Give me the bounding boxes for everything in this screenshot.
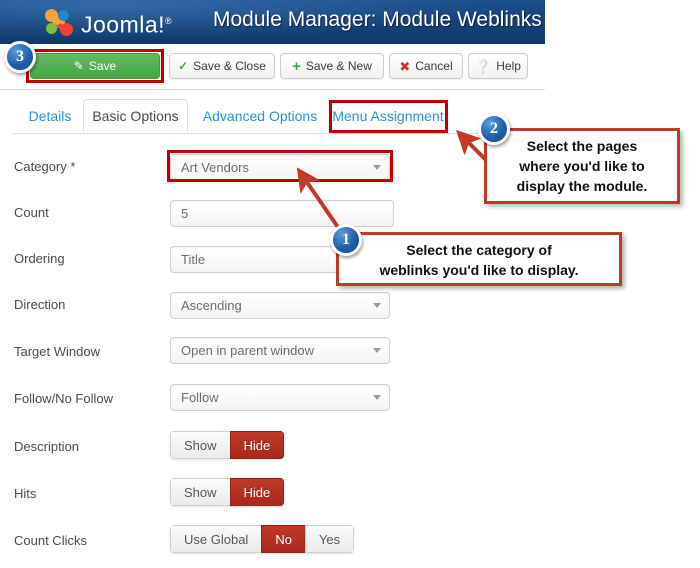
- label-follow-no-follow: Follow/No Follow: [14, 391, 113, 406]
- form-row-target-window: Target Window Open in parent window: [0, 337, 700, 365]
- label-ordering: Ordering: [14, 251, 65, 266]
- cancel-button[interactable]: ✖ Cancel: [389, 53, 463, 79]
- count-clicks-toggle-group[interactable]: Use Global No Yes: [170, 525, 355, 553]
- plus-icon: +: [292, 57, 301, 75]
- cancel-circle-icon: ✖: [399, 58, 411, 74]
- hits-toggle-group[interactable]: Show Hide: [170, 478, 285, 506]
- category-select[interactable]: Art Vendors: [170, 154, 390, 181]
- follow-select-wrap: Follow: [170, 384, 390, 411]
- tab-advanced-options[interactable]: Advanced Options: [193, 99, 327, 133]
- help-button[interactable]: ❔ Help: [468, 53, 528, 79]
- save-button[interactable]: ✎ Save: [30, 53, 160, 79]
- cancel-button-label: Cancel: [415, 59, 453, 73]
- follow-field[interactable]: Follow: [170, 384, 390, 411]
- step-badge-2: 2: [478, 113, 510, 145]
- category-field[interactable]: Art Vendors: [170, 154, 390, 181]
- save-and-new-label: Save & New: [305, 59, 372, 73]
- joomla-brand: Joomla!®: [45, 6, 172, 40]
- category-select-wrap: Art Vendors: [170, 154, 390, 181]
- hits-show-button[interactable]: Show: [170, 478, 230, 506]
- logo-dot-blue: [58, 9, 69, 21]
- logo-dot-green: [46, 22, 57, 34]
- tab-menu-assignment[interactable]: Menu Assignment: [332, 99, 444, 133]
- target-window-field[interactable]: Open in parent window: [170, 337, 390, 364]
- step-badge-3: 3: [4, 41, 36, 73]
- tab-basic-options[interactable]: Basic Options: [83, 99, 188, 133]
- description-show-button[interactable]: Show: [170, 431, 230, 459]
- joomla-wordmark: Joomla!®: [81, 6, 172, 40]
- step-badge-1: 1: [330, 224, 362, 256]
- form-row-description: Description Show Hide: [0, 431, 700, 460]
- description-toggle-group[interactable]: Show Hide: [170, 431, 285, 459]
- joomla-logo-icon: [45, 8, 75, 38]
- target-window-select[interactable]: Open in parent window: [170, 337, 390, 364]
- help-button-label: Help: [496, 59, 521, 73]
- count-field[interactable]: [170, 200, 394, 227]
- save-icon: ✎: [73, 59, 84, 73]
- count-clicks-yes-button[interactable]: Yes: [304, 525, 355, 553]
- help-circle-icon: ❔: [475, 58, 492, 74]
- logo-dot-orange: [45, 8, 58, 22]
- save-and-close-button[interactable]: ✓ Save & Close: [169, 53, 275, 79]
- joomla-wordmark-sup: ®: [165, 16, 173, 26]
- callout-step-1-text: Select the category of weblinks you'd li…: [379, 242, 579, 278]
- form-row-follow: Follow/No Follow Follow: [0, 384, 700, 412]
- page-title: Module Manager: Module Weblinks: [213, 8, 542, 31]
- check-icon: ✓: [178, 59, 189, 73]
- callout-step-2-text: Select the pages where you'd like to dis…: [516, 138, 648, 194]
- label-category: Category *: [14, 159, 76, 174]
- callout-step-1: Select the category of weblinks you'd li…: [336, 232, 622, 286]
- callout-step-2: Select the pages where you'd like to dis…: [484, 128, 680, 204]
- label-direction: Direction: [14, 297, 66, 312]
- joomla-wordmark-text: Joomla!: [81, 11, 166, 38]
- save-and-close-label: Save & Close: [193, 59, 266, 73]
- description-hide-button[interactable]: Hide: [229, 431, 285, 459]
- hits-hide-button[interactable]: Hide: [229, 478, 285, 506]
- direction-select[interactable]: Ascending: [170, 292, 390, 319]
- tab-details[interactable]: Details: [18, 99, 82, 133]
- label-hits: Hits: [14, 486, 37, 501]
- count-clicks-no-button[interactable]: No: [261, 525, 305, 553]
- form-row-hits: Hits Show Hide: [0, 478, 700, 507]
- save-button-label: Save: [88, 59, 117, 73]
- count-clicks-use-global-button[interactable]: Use Global: [170, 525, 262, 553]
- logo-dot-red: [60, 22, 73, 36]
- count-input[interactable]: [170, 200, 394, 227]
- label-description: Description: [14, 439, 80, 454]
- label-count-clicks: Count Clicks: [14, 533, 87, 548]
- form-row-count-clicks: Count Clicks Use Global No Yes: [0, 525, 700, 554]
- direction-select-wrap: Ascending: [170, 292, 390, 319]
- label-count: Count: [14, 205, 49, 220]
- label-target-window: Target Window: [14, 344, 100, 359]
- form-row-count: Count: [0, 200, 700, 227]
- form-row-direction: Direction Ascending: [0, 292, 700, 319]
- target-window-select-wrap: Open in parent window: [170, 337, 390, 364]
- save-and-new-button[interactable]: + Save & New: [280, 53, 384, 79]
- toolbar: ✎ Save ✓ Save & Close + Save & New ✖ Can…: [0, 44, 545, 90]
- direction-field[interactable]: Ascending: [170, 292, 390, 319]
- follow-select[interactable]: Follow: [170, 384, 390, 411]
- app-header: Joomla!® Module Manager: Module Weblinks: [0, 0, 545, 44]
